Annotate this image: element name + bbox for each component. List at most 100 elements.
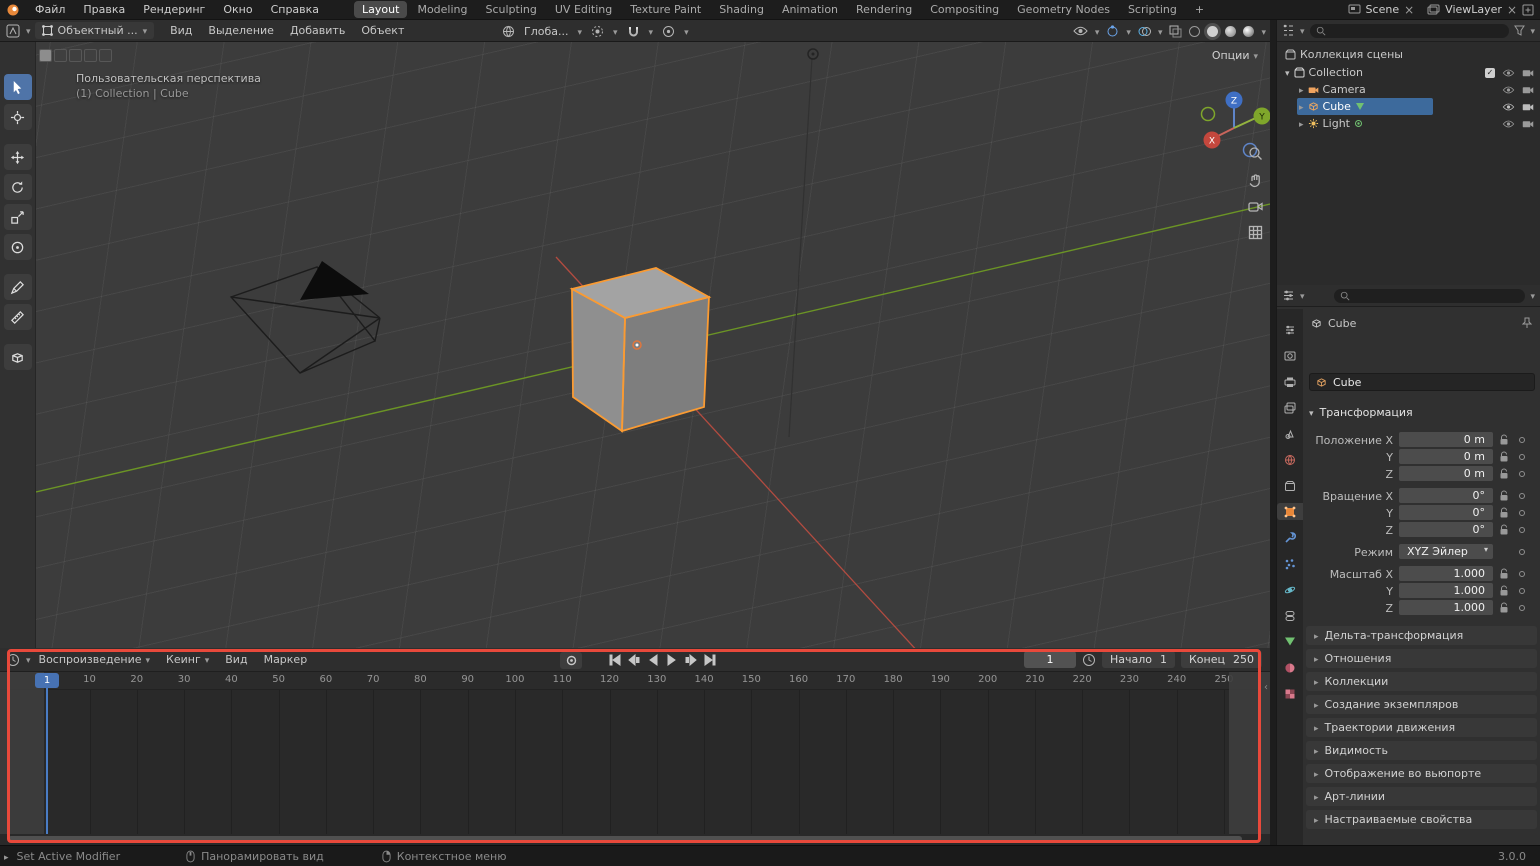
render-visibility-icon[interactable] [1522, 119, 1534, 128]
select-mode-invert[interactable] [84, 49, 97, 62]
move-tool[interactable] [4, 144, 32, 170]
viewlayer-name[interactable]: ViewLayer [1445, 3, 1502, 16]
location-x-input[interactable]: 0 m [1399, 432, 1493, 447]
scale-y-input[interactable]: 1.000 [1399, 583, 1493, 598]
lock-icon[interactable] [1499, 585, 1509, 597]
section-collections[interactable]: Коллекции [1306, 672, 1537, 691]
scale-z-input[interactable]: 1.000 [1399, 600, 1493, 615]
rotation-x-input[interactable]: 0° [1399, 488, 1493, 503]
object-data-tab[interactable] [1277, 633, 1303, 650]
section-instancing[interactable]: Создание экземпляров [1306, 695, 1537, 714]
jump-to-start-button[interactable] [607, 652, 623, 668]
output-tab[interactable] [1277, 373, 1303, 390]
camera-object[interactable] [231, 261, 380, 373]
snap-chevron-icon[interactable] [649, 25, 654, 38]
magnet-icon[interactable] [627, 25, 640, 38]
menu-add[interactable]: Добавить [282, 24, 353, 37]
scale-tool[interactable] [4, 204, 32, 230]
animate-toggle[interactable] [1519, 605, 1525, 611]
lock-icon[interactable] [1499, 468, 1509, 480]
particles-tab[interactable] [1277, 555, 1303, 572]
select-mode-set[interactable] [39, 49, 52, 62]
menu-file[interactable]: Файл [26, 3, 74, 16]
menu-help[interactable]: Справка [262, 3, 328, 16]
rotation-z-input[interactable]: 0° [1399, 522, 1493, 537]
tab-scripting[interactable]: Scripting [1120, 1, 1185, 18]
location-z-input[interactable]: 0 m [1399, 466, 1493, 481]
gizmo-neg-y-axis[interactable] [1202, 108, 1215, 121]
viewlayer-remove-icon[interactable] [1507, 3, 1517, 17]
outliner-editor-type-icon[interactable] [1282, 24, 1295, 37]
timeline-scrollbar[interactable] [8, 836, 1242, 842]
timeline-ruler[interactable]: 1102030405060708090100110120130140150160… [0, 672, 1270, 690]
tab-shading[interactable]: Shading [711, 1, 772, 18]
lock-icon[interactable] [1499, 434, 1509, 446]
tab-animation[interactable]: Animation [774, 1, 846, 18]
constraints-tab[interactable] [1277, 607, 1303, 624]
camera-view-control[interactable] [1244, 195, 1266, 217]
expand-arrow-icon[interactable] [1299, 117, 1304, 130]
end-frame-field[interactable]: Конец 250 [1181, 651, 1262, 668]
viewport-3d[interactable]: Опции Пользовательская перспектива (1) C… [36, 42, 1270, 648]
render-visibility-icon[interactable] [1522, 68, 1534, 77]
prev-keyframe-button[interactable] [626, 652, 642, 668]
section-visibility[interactable]: Видимость [1306, 741, 1537, 760]
lock-icon[interactable] [1499, 524, 1509, 536]
object-tab[interactable] [1277, 503, 1303, 520]
pivot-chevron-icon[interactable] [613, 25, 618, 38]
overlays-icon[interactable] [1138, 25, 1151, 38]
properties-editor-chevron-icon[interactable] [1300, 289, 1305, 302]
breadcrumb-object-name[interactable]: Cube [1328, 317, 1356, 330]
cube-object[interactable] [572, 268, 709, 431]
lock-icon[interactable] [1499, 568, 1509, 580]
gizmos-chevron-icon[interactable] [1126, 25, 1131, 38]
tab-sculpting[interactable]: Sculpting [478, 1, 545, 18]
rotation-y-input[interactable]: 0° [1399, 505, 1493, 520]
material-tab[interactable] [1277, 659, 1303, 676]
timeline-track[interactable] [0, 690, 1270, 834]
menu-view[interactable]: Вид [162, 24, 200, 37]
section-delta-transform[interactable]: Дельта-трансформация [1306, 626, 1537, 645]
shading-wireframe-icon[interactable] [1189, 26, 1200, 37]
eye-icon[interactable] [1502, 86, 1515, 94]
shading-chevron-icon[interactable] [1261, 25, 1266, 38]
ortho-toggle-control[interactable] [1244, 221, 1266, 243]
eye-icon[interactable] [1502, 69, 1515, 77]
animate-toggle[interactable] [1519, 527, 1525, 533]
eye-icon[interactable] [1502, 103, 1515, 111]
menu-edit[interactable]: Правка [74, 3, 134, 16]
orientation-label[interactable]: Глоба... [524, 25, 568, 38]
outliner-row-collection[interactable]: Collection [1277, 64, 1540, 81]
zoom-control[interactable] [1244, 142, 1266, 164]
jump-to-end-button[interactable] [702, 652, 718, 668]
play-reverse-button[interactable] [645, 652, 661, 668]
animate-toggle[interactable] [1519, 549, 1525, 555]
render-visibility-icon[interactable] [1522, 102, 1534, 111]
menu-window[interactable]: Окно [214, 3, 261, 16]
editor-type-chevron-icon[interactable] [26, 24, 31, 37]
overlays-chevron-icon[interactable] [1158, 25, 1163, 38]
rotation-mode-dropdown[interactable]: XYZ Эйлер [1399, 544, 1493, 559]
timeline-editor-type-icon[interactable] [0, 653, 26, 667]
physics-tab[interactable] [1277, 581, 1303, 598]
outliner-row-light[interactable]: Light [1277, 115, 1540, 132]
animate-toggle[interactable] [1519, 471, 1525, 477]
shading-solid-icon[interactable] [1207, 26, 1218, 37]
tab-rendering[interactable]: Rendering [848, 1, 920, 18]
add-object-tool[interactable] [4, 344, 32, 370]
editor-type-icon[interactable] [0, 24, 26, 38]
properties-search-input[interactable] [1334, 289, 1526, 303]
auto-keying-button[interactable] [560, 652, 582, 669]
object-visibility-icon[interactable] [1073, 26, 1088, 36]
menu-object[interactable]: Объект [353, 24, 412, 37]
select-box-tool[interactable] [4, 74, 32, 100]
shading-rendered-icon[interactable] [1243, 26, 1254, 37]
transform-tool[interactable] [4, 234, 32, 260]
view-layer-tab[interactable] [1277, 399, 1303, 416]
select-mode-subtract[interactable] [69, 49, 82, 62]
outliner-row-camera[interactable]: Camera [1277, 81, 1540, 98]
clock-icon[interactable] [1082, 653, 1096, 667]
proportional-editing-icon[interactable] [662, 25, 675, 38]
outliner-options-chevron-icon[interactable] [1530, 24, 1535, 37]
properties-editor-type-icon[interactable] [1282, 289, 1295, 302]
